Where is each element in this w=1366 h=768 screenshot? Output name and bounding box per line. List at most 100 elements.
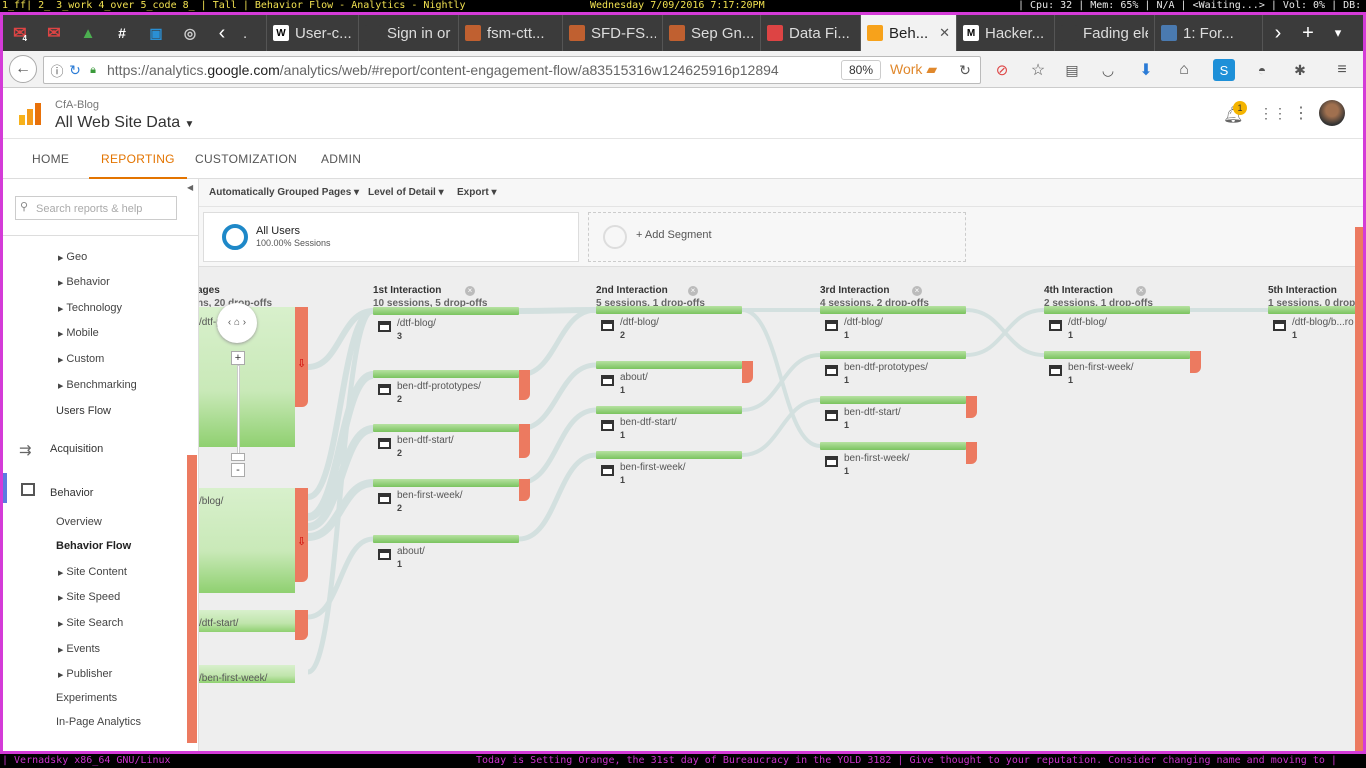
search-input[interactable]: Search reports & help [15, 196, 177, 220]
drop-off-bar[interactable] [742, 361, 753, 383]
sidebar-item-users-flow[interactable]: Users Flow [56, 405, 111, 417]
reading-list-icon[interactable]: ▤ [1061, 59, 1083, 81]
flow-node[interactable]: ben-first-week/1 [1044, 351, 1190, 385]
sidebar-item-benchmarking[interactable]: ▶ Benchmarking [58, 379, 137, 391]
flow-node[interactable]: /dtf-blog/3 [373, 307, 519, 341]
tab-6[interactable]: Beh... ✕ [861, 15, 957, 51]
drop-off-bar[interactable]: ⇩ [295, 488, 308, 582]
flow-node[interactable]: ben-dtf-start/1 [596, 406, 742, 440]
segment-all-users[interactable]: All Users 100.00% Sessions [203, 212, 579, 262]
pocket-icon[interactable]: ◡ [1097, 59, 1119, 81]
grouped-pages-dropdown[interactable]: Automatically Grouped Pages ▾ [209, 187, 359, 198]
drop-off-bar[interactable]: ⇩ [295, 307, 308, 407]
incognito-icon[interactable]: ◓ [1251, 59, 1273, 81]
zoom-in-button[interactable]: + [231, 351, 245, 365]
tabs-scroll-left-button[interactable]: ‹ [207, 22, 237, 45]
url-bar[interactable]: ⓘ ↻ 🔒︎ https://analytics.google.com/anal… [43, 56, 981, 84]
collapse-sidebar-icon[interactable]: ◀ [187, 183, 193, 192]
flow-node[interactable]: ben-dtf-start/1 [820, 396, 966, 430]
url-text[interactable]: https://analytics.google.com/analytics/w… [107, 62, 815, 78]
flow-node[interactable]: ben-first-week/2 [373, 479, 519, 513]
zoom-indicator[interactable]: 80% [841, 60, 881, 80]
tab-reporting[interactable]: REPORTING [89, 139, 187, 179]
sidebar-item-geo[interactable]: ▶ Geo [58, 251, 87, 263]
sidebar-item-site-search[interactable]: ▶ Site Search [58, 617, 123, 629]
flow-node[interactable]: /dtf-blog/1 [820, 306, 966, 340]
close-tab-icon[interactable]: ✕ [939, 25, 950, 41]
pinned-tab-gmail-2[interactable]: ✉ [37, 15, 71, 51]
page-scrollbar[interactable] [1355, 227, 1363, 751]
refresh-icon[interactable]: ↻ [956, 61, 974, 79]
sidebar-scrollbar[interactable] [187, 455, 197, 743]
pinned-tab-trello[interactable]: ▣ [139, 15, 173, 51]
flow-node[interactable]: ben-first-week/1 [596, 451, 742, 485]
drop-off-bar[interactable] [1190, 351, 1201, 373]
tab-customization[interactable]: CUSTOMIZATION [195, 139, 297, 179]
flow-node[interactable]: ben-dtf-start/2 [373, 424, 519, 458]
sidebar-item-publisher[interactable]: ▶ Publisher [58, 668, 112, 680]
drop-off-bar[interactable] [966, 442, 977, 464]
container-label[interactable]: Work ▰ [890, 61, 937, 78]
landing-page-node[interactable]: /ben-first-week/ [199, 665, 295, 684]
download-icon[interactable]: ⬇ [1135, 59, 1157, 81]
reload-icon[interactable]: ↻ [66, 61, 84, 79]
tab-9[interactable]: 1: For... [1155, 15, 1263, 51]
remove-column-icon[interactable]: × [912, 286, 922, 296]
flow-node[interactable]: /dtf-blog/2 [596, 306, 742, 340]
tab-list-button[interactable]: ▾ [1323, 25, 1353, 41]
home-icon[interactable]: ⌂ [1173, 59, 1195, 81]
tab-home[interactable]: HOME [32, 139, 69, 179]
back-button[interactable]: ← [9, 55, 37, 83]
export-dropdown[interactable]: Export ▾ [457, 187, 496, 198]
sidebar-item-behavior[interactable]: Behavior [50, 487, 93, 499]
tab-4[interactable]: Sep Gn... [663, 15, 761, 51]
pinned-tab-slack[interactable]: # [105, 15, 139, 51]
pinned-tab-gmail[interactable]: ✉ 4 [3, 15, 37, 51]
sidebar-item-site-content[interactable]: ▶ Site Content [58, 566, 127, 578]
drop-off-bar[interactable] [519, 424, 530, 458]
tab-admin[interactable]: ADMIN [321, 139, 361, 179]
remove-column-icon[interactable]: × [688, 286, 698, 296]
sidebar-item-overview[interactable]: Overview [56, 516, 102, 528]
new-tab-button[interactable]: + [1293, 22, 1323, 45]
drop-off-bar[interactable] [519, 479, 530, 501]
tab-1[interactable]: Sign in or ... [359, 15, 459, 51]
zoom-slider-handle[interactable] [231, 453, 245, 461]
flow-node[interactable]: ben-first-week/1 [820, 442, 966, 476]
flow-node[interactable]: about/1 [373, 535, 519, 569]
info-icon[interactable]: ⓘ [48, 61, 66, 79]
tabs-scroll-right-button[interactable]: › [1263, 22, 1293, 45]
tab-5[interactable]: Data Fi... [761, 15, 861, 51]
sidebar-item-mobile[interactable]: ▶ Mobile [58, 327, 99, 339]
tab-overflow[interactable]: . [237, 15, 267, 51]
tab-3[interactable]: SFD-FS... [563, 15, 663, 51]
sidebar-item-custom[interactable]: ▶ Custom [58, 353, 104, 365]
sidebar-item-site-speed[interactable]: ▶ Site Speed [58, 591, 120, 603]
apps-grid-icon[interactable]: ⋮⋮ [1259, 105, 1287, 122]
sidebar-item-behavior[interactable]: ▶ Behavior [58, 276, 110, 288]
avatar[interactable] [1319, 100, 1345, 126]
remove-column-icon[interactable]: × [465, 286, 475, 296]
pan-control[interactable]: ‹ ⌂ › [217, 303, 257, 343]
flow-node[interactable]: ben-dtf-prototypes/2 [373, 370, 519, 404]
sidebar-item-experiments[interactable]: Experiments [56, 692, 117, 704]
bookmark-star-icon[interactable]: ☆ [1027, 59, 1049, 81]
flow-node[interactable]: about/1 [596, 361, 742, 395]
zoom-slider[interactable] [237, 365, 240, 461]
behavior-flow-diagram[interactable]: agesns, 20 drop-offs1st Interaction10 se… [199, 267, 1363, 751]
menu-icon[interactable]: ≡ [1331, 59, 1353, 81]
blocker-icon[interactable]: ⊘ [991, 59, 1013, 81]
landing-page-node[interactable]: /dtf-start/ [199, 610, 295, 632]
level-of-detail-dropdown[interactable]: Level of Detail ▾ [368, 187, 444, 198]
pinned-tab-spiral[interactable]: ◎ [173, 15, 207, 51]
sidebar-item-acquisition[interactable]: Acquisition [50, 443, 103, 455]
remove-column-icon[interactable]: × [1136, 286, 1146, 296]
tab-2[interactable]: fsm-ctt... [459, 15, 563, 51]
sidebar-item-events[interactable]: ▶ Events [58, 643, 100, 655]
pinned-tab-drive[interactable]: ▲ [71, 15, 105, 51]
drop-off-bar[interactable] [519, 370, 530, 400]
drop-off-bar[interactable] [966, 396, 977, 418]
property-selector[interactable]: All Web Site Data ▼ [55, 114, 194, 132]
landing-page-node[interactable]: /blog/ [199, 488, 295, 593]
drop-off-bar[interactable] [295, 610, 308, 640]
